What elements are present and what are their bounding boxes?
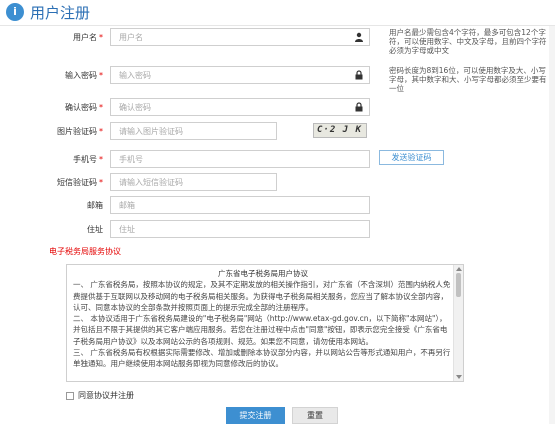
agreement-scrollbar[interactable] — [453, 265, 463, 381]
username-label: 用户名 * — [73, 33, 103, 42]
agree-checkbox-label: 同意协议并注册 — [78, 391, 134, 400]
email-field-box — [110, 196, 370, 214]
confirm-row: 确认密码 * — [0, 98, 555, 118]
page-header: i 用户注册 — [0, 0, 555, 26]
agreement-content: 广东省电子税务局用户协议 一、 广东省税务局，按照本协议的规定，及其不定期发放的… — [73, 268, 453, 370]
username-input[interactable] — [111, 29, 341, 45]
email-input[interactable] — [111, 197, 341, 213]
agree-checkbox-row[interactable]: 同意协议并注册 — [66, 390, 134, 401]
lock-icon — [355, 102, 363, 112]
confirm-label: 确认密码 * — [65, 103, 103, 112]
address-row: 住址 — [0, 220, 555, 240]
page-scrollbar[interactable] — [549, 26, 555, 424]
address-input[interactable] — [111, 221, 341, 237]
email-label: 邮箱 — [87, 201, 103, 210]
password-field-box — [110, 66, 370, 84]
captcha-input[interactable] — [111, 123, 261, 139]
password-label: 输入密码 * — [65, 71, 103, 80]
scroll-down-icon[interactable] — [456, 375, 462, 379]
scroll-thumb[interactable] — [456, 273, 461, 297]
address-label: 住址 — [87, 225, 103, 234]
phone-label: 手机号 * — [73, 155, 103, 164]
scroll-up-icon[interactable] — [456, 267, 462, 271]
sms-label: 短信验证码 * — [57, 178, 103, 187]
phone-row: 手机号 * — [0, 150, 555, 170]
sms-code-input[interactable] — [111, 174, 261, 190]
agreement-paragraph: 二、 本协议适用于广东省税务局建设的"电子税务局"网站（http://www.e… — [73, 314, 448, 346]
captcha-field-box — [110, 122, 277, 140]
captcha-image[interactable]: C·2 J K — [313, 123, 367, 138]
agreement-box[interactable]: 广东省电子税务局用户协议 一、 广东省税务局，按照本协议的规定，及其不定期发放的… — [66, 264, 464, 382]
agree-checkbox[interactable] — [66, 391, 74, 400]
email-row: 邮箱 — [0, 196, 555, 216]
phone-input[interactable] — [111, 151, 341, 167]
agreement-doc-title: 广东省电子税务局用户协议 — [218, 269, 308, 278]
password-input[interactable] — [111, 67, 341, 83]
agreement-paragraph: 一、 广东省税务局，按照本协议的规定，及其不定期发放的相关操作指引，对广东省（不… — [73, 280, 451, 312]
info-icon: i — [6, 3, 24, 21]
agreement-section-title: 电子税务局服务协议 — [49, 247, 121, 256]
agreement-paragraph: 三、 广东省税务局有权根据实际需要修改、增加或删除本协议部分内容，并以网站公告等… — [73, 348, 451, 369]
reset-button[interactable]: 重置 — [292, 407, 338, 424]
sms-field-box — [110, 173, 277, 191]
captcha-label: 图片验证码 * — [57, 127, 103, 136]
confirm-password-input[interactable] — [111, 99, 341, 115]
submit-button[interactable]: 提交注册 — [226, 407, 285, 424]
username-hint: 用户名最少需包含4个字符，最多可包含12个字符，可以使用数字、中文及字母，且前四… — [389, 28, 547, 55]
sms-row: 短信验证码 * — [0, 173, 555, 193]
send-sms-code-button[interactable]: 发送验证码 — [379, 150, 444, 165]
address-field-box — [110, 220, 370, 238]
confirm-field-box — [110, 98, 370, 116]
user-icon — [355, 32, 363, 42]
captcha-row: 图片验证码 * — [0, 122, 555, 142]
lock-icon — [355, 70, 363, 80]
page-title: 用户注册 — [30, 4, 91, 22]
password-hint: 密码长度为8到16位，可以使用数字及大、小写字母，其中数字和大、小写字母都必须至… — [389, 66, 547, 93]
username-field-box — [110, 28, 370, 46]
phone-field-box — [110, 150, 370, 168]
